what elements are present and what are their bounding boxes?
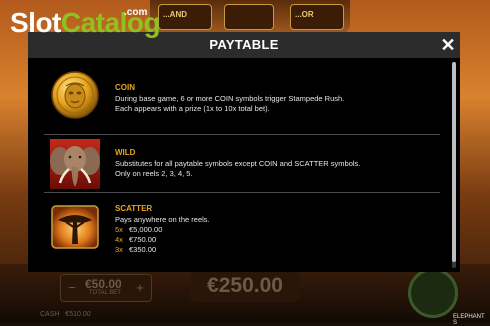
jackpot-panel-center [224,4,274,30]
jackpot-panel-right: ...OR [290,4,344,30]
scrollbar-thumb[interactable] [452,62,456,262]
row-divider [44,192,440,193]
row-divider [44,134,440,135]
logo-slot-text: Slot [10,7,61,38]
jackpot-panel-right-label: ...OR [295,10,314,19]
stake-decrease-button[interactable]: − [65,281,79,295]
total-bet-display: €250.00 [190,270,300,302]
logo-com-text: .com [124,7,148,18]
gold-coin-mask-icon [51,71,99,119]
scatter-desc-line-1: Pays anywhere on the reels. [115,215,210,224]
cash-value: €510.00 [65,311,91,318]
stake-value: €50.00 [85,277,122,291]
spin-button[interactable] [408,268,458,318]
paytable-title: PAYTABLE [209,37,279,52]
wild-desc-line-2: Only on reels 2, 3, 4, 5. [115,169,193,178]
coin-desc-line-1: During base game, 6 or more COIN symbols… [115,94,345,103]
scatter-pay-value: €5,000.00 [129,225,163,234]
acacia-tree-icon [51,205,99,249]
cash-label: CASH [40,311,60,318]
cash-readout: CASH €510.00 [40,311,91,318]
stake-selector[interactable]: − €50.00 TOTAL BET + [60,274,152,302]
stake-label: TOTAL BET [89,290,121,296]
elephant-head-icon [50,139,100,189]
jackpot-panel-left-label: ...AND [163,10,187,19]
wild-desc-line-1: Substitutes for all paytable symbols exc… [115,159,361,168]
close-button[interactable]: ✕ [438,35,458,55]
coin-desc-line-2: Each appears with a prize (1x to 10x tot… [115,104,270,113]
coin-symbol-name: COIN [115,83,135,92]
scatter-pay-value: €750.00 [129,235,157,244]
paytable-scrollbar[interactable] [452,62,456,268]
game-name-label: ELEPHANT S [453,314,485,326]
scatter-pay-value: €350.00 [129,245,157,254]
stake-increase-button[interactable]: + [133,281,147,295]
bottom-control-bar: − €50.00 TOTAL BET + €250.00 CASH €510.0… [0,264,490,323]
top-jackpot-bar: ...AND ...OR [150,0,350,34]
scatter-pay-mult: 5x [115,225,123,234]
scatter-pay-mult: 4x [115,235,123,244]
scatter-pay-mult: 3x [115,245,123,254]
jackpot-panel-left: ...AND [158,4,212,30]
wild-symbol-name: WILD [115,148,136,157]
paytable-modal: PAYTABLE ✕ COIN During base game, 6 or m… [28,32,460,272]
scatter-symbol-name: SCATTER [115,204,153,213]
